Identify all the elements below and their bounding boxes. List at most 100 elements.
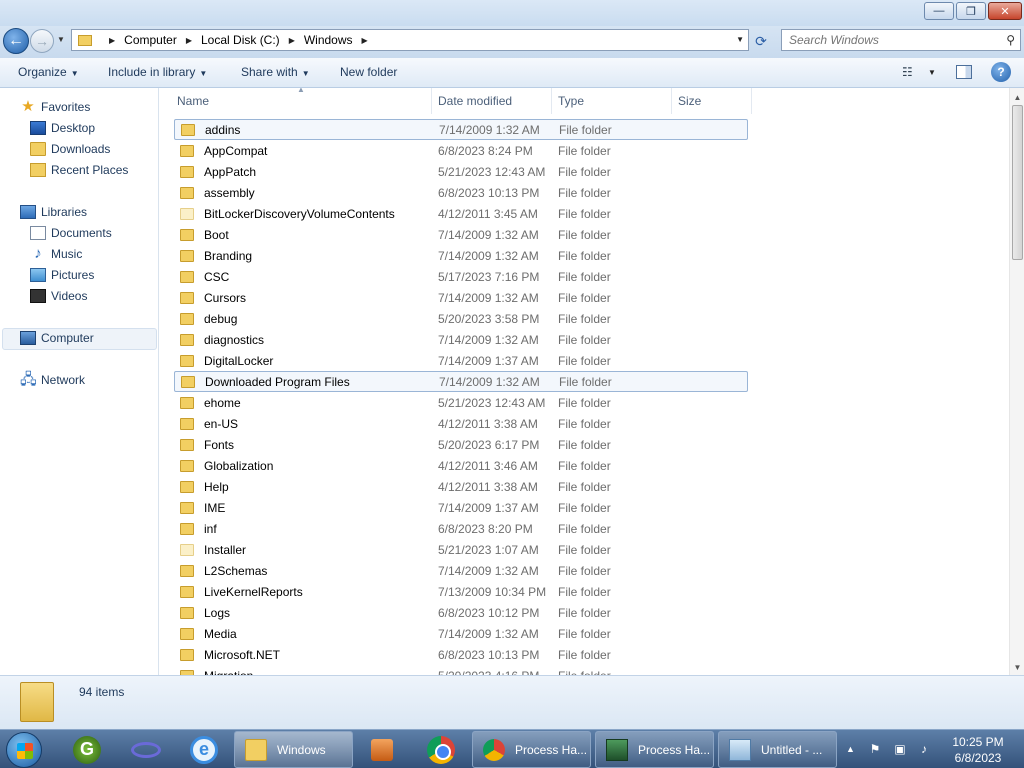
table-row[interactable]: Media 7/14/2009 1:32 AM File folder (174, 623, 748, 644)
search-icon[interactable]: ⚲ (1006, 33, 1015, 47)
refresh-icon[interactable]: ⟳ (752, 32, 770, 50)
recent-pages-dropdown-icon[interactable]: ▼ (57, 35, 65, 44)
taskbar-pinned-app[interactable] (121, 733, 171, 766)
back-button[interactable]: ← (3, 28, 29, 54)
scroll-up-icon[interactable]: ▲ (1010, 90, 1024, 105)
breadcrumb-arrow-icon[interactable]: ▶ (186, 36, 192, 45)
maximize-button[interactable]: ❐ (956, 2, 986, 20)
action-center-icon[interactable]: ⚑ (868, 742, 882, 756)
sidebar-item-music[interactable]: ♪ Music (30, 246, 82, 261)
start-button[interactable] (6, 732, 42, 768)
table-row[interactable]: IME 7/14/2009 1:37 AM File folder (174, 497, 748, 518)
table-row[interactable]: diagnostics 7/14/2009 1:32 AM File folder (174, 329, 748, 350)
taskbar-pinned-app[interactable] (416, 733, 466, 766)
column-header-name[interactable]: ▲ Name (160, 88, 432, 114)
sidebar-item-label: Recent Places (51, 163, 129, 177)
taskbar-button-windows-explorer[interactable]: Windows (234, 731, 353, 768)
table-row[interactable]: Microsoft.NET 6/8/2023 10:13 PM File folde… (174, 644, 748, 665)
table-row[interactable]: debug 5/20/2023 3:58 PM File folder (174, 308, 748, 329)
include-in-library-button[interactable]: Include in library ▼ (108, 65, 207, 79)
table-row[interactable]: BitLockerDiscoveryVolumeContents 4/12/201… (174, 203, 748, 224)
table-row[interactable]: AppPatch 5/21/2023 12:43 AM File folder (174, 161, 748, 182)
new-folder-button[interactable]: New folder (340, 65, 397, 79)
system-clock[interactable]: 10:25 PM 6/8/2023 (938, 734, 1018, 766)
table-row[interactable]: Help 4/12/2011 3:38 AM File folder (174, 476, 748, 497)
table-row[interactable]: Logs 6/8/2023 10:12 PM File folder (174, 602, 748, 623)
table-row[interactable]: Fonts 5/20/2023 6:17 PM File folder (174, 434, 748, 455)
table-row[interactable]: Boot 7/14/2009 1:32 AM File folder (174, 224, 748, 245)
table-row[interactable]: Downloaded Program Files 7/14/2009 1:32 A… (174, 371, 748, 392)
sidebar-item-downloads[interactable]: Downloads (30, 142, 110, 156)
table-row[interactable]: Globalization 4/12/2011 3:46 AM File folde… (174, 455, 748, 476)
forward-button[interactable]: → (30, 29, 54, 53)
help-icon[interactable]: ? (991, 62, 1011, 82)
address-bar[interactable]: ▶ Computer ▶ Local Disk (C:) ▶ Windows ▶… (71, 29, 749, 51)
file-date-modified: 5/21/2023 12:43 AM (438, 395, 546, 410)
file-date-modified: 7/14/2009 1:32 AM (438, 563, 539, 578)
breadcrumb-arrow-icon[interactable]: ▶ (109, 36, 115, 45)
search-input[interactable] (789, 30, 999, 50)
breadcrumb-windows[interactable]: Windows (304, 33, 353, 47)
sidebar-item-network[interactable]: 🖧 Network (20, 372, 85, 387)
table-row[interactable]: ehome 5/21/2023 12:43 AM File folder (174, 392, 748, 413)
show-hidden-icons-icon[interactable]: ▲ (846, 744, 855, 754)
column-header-type[interactable]: Type (552, 88, 672, 114)
window-controls: — ❐ ✕ (924, 2, 1022, 20)
table-row[interactable]: Cursors 7/14/2009 1:32 AM File folder (174, 287, 748, 308)
sidebar-item-pictures[interactable]: Pictures (30, 268, 94, 282)
sidebar-item-recent-places[interactable]: Recent Places (30, 163, 128, 177)
file-date-modified: 7/14/2009 1:32 AM (438, 290, 539, 305)
view-options-dropdown-icon[interactable]: ▼ (928, 68, 936, 77)
close-button[interactable]: ✕ (988, 2, 1022, 20)
column-header-size[interactable]: Size (672, 88, 752, 114)
sidebar-item-computer[interactable]: Computer (20, 331, 94, 345)
breadcrumb-arrow-icon[interactable]: ▶ (289, 36, 295, 45)
sidebar-item-videos[interactable]: Videos (30, 289, 87, 303)
table-row[interactable]: AppCompat 6/8/2023 8:24 PM File folder (174, 140, 748, 161)
change-view-icon[interactable]: ☷ (902, 65, 913, 79)
share-with-button[interactable]: Share with ▼ (241, 65, 310, 79)
taskbar-button-process-hacker[interactable]: Process Ha... (595, 731, 714, 768)
taskbar-pinned-app[interactable] (357, 733, 407, 766)
table-row[interactable]: LiveKernelReports 7/13/2009 10:34 PM File … (174, 581, 748, 602)
organize-button[interactable]: Organize ▼ (18, 65, 79, 79)
scrollbar-thumb[interactable] (1012, 105, 1023, 260)
table-row[interactable]: inf 6/8/2023 8:20 PM File folder (174, 518, 748, 539)
sidebar-item-libraries[interactable]: Libraries (20, 205, 87, 219)
taskbar-button-chrome[interactable]: Process Ha... (472, 731, 591, 768)
taskbar-button-notepad[interactable]: Untitled - ... (718, 731, 837, 768)
minimize-button[interactable]: — (924, 2, 954, 20)
sidebar-item-desktop[interactable]: Desktop (30, 121, 95, 135)
folder-icon (180, 354, 194, 367)
address-history-dropdown-icon[interactable]: ▼ (736, 35, 744, 44)
sidebar-item-favorites[interactable]: ★ Favorites (20, 99, 90, 114)
folder-icon (180, 165, 194, 178)
network-status-icon[interactable]: ▣ (893, 742, 907, 756)
folder-icon (180, 459, 194, 472)
taskbar-pinned-app[interactable]: e (179, 733, 229, 766)
table-row[interactable]: L2Schemas 7/14/2009 1:32 AM File folder (174, 560, 748, 581)
file-name: Cursors (204, 290, 247, 305)
file-date-modified: 7/14/2009 1:32 AM (439, 122, 540, 137)
search-box[interactable]: ⚲ (781, 29, 1021, 51)
table-row[interactable]: Migration5/20/2023 4:16 PMFile folder (174, 665, 748, 675)
volume-muted-icon[interactable]: ♪ (917, 742, 931, 756)
table-row[interactable]: addins 7/14/2009 1:32 AM File folder (174, 119, 748, 140)
table-row[interactable]: assembly 6/8/2023 10:13 PM File folder (174, 182, 748, 203)
breadcrumb-computer[interactable]: Computer (124, 33, 177, 47)
preview-pane-icon[interactable] (956, 65, 972, 79)
sidebar-item-documents[interactable]: Documents (30, 226, 112, 240)
taskbar-pinned-app[interactable]: G (62, 733, 112, 766)
folder-icon (180, 522, 194, 535)
table-row[interactable]: Installer 5/21/2023 1:07 AM File folder (174, 539, 748, 560)
vertical-scrollbar[interactable]: ▲ ▼ (1009, 88, 1024, 675)
column-header-date-modified[interactable]: Date modified (432, 88, 552, 114)
breadcrumb-arrow-icon[interactable]: ▶ (362, 36, 368, 45)
table-row[interactable]: Branding 7/14/2009 1:32 AM File folder (174, 245, 748, 266)
scroll-down-icon[interactable]: ▼ (1010, 660, 1024, 675)
breadcrumb-local-disk[interactable]: Local Disk (C:) (201, 33, 280, 47)
table-row[interactable]: DigitalLocker 7/14/2009 1:37 AM File folde… (174, 350, 748, 371)
table-row[interactable]: en-US 4/12/2011 3:38 AM File folder (174, 413, 748, 434)
column-header-label: Size (678, 94, 702, 108)
table-row[interactable]: CSC 5/17/2023 7:16 PM File folder (174, 266, 748, 287)
